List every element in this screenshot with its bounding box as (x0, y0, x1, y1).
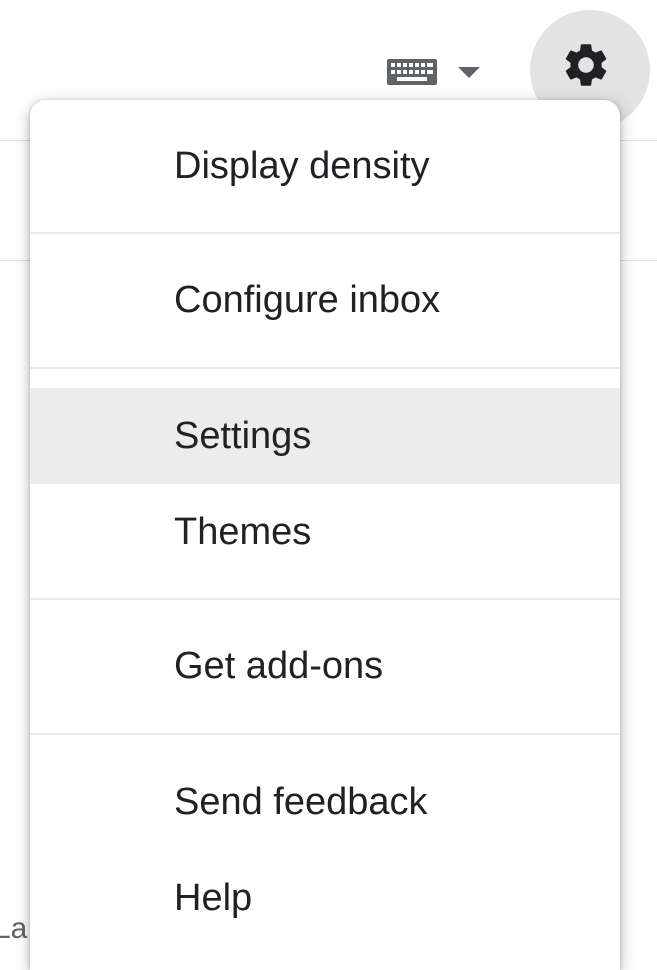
menu-item-display-density[interactable]: Display density (30, 120, 620, 212)
menu-separator (30, 733, 620, 735)
menu-item-label: Get add-ons (174, 644, 384, 687)
menu-separator (30, 598, 620, 600)
menu-item-label: Send feedback (174, 780, 428, 823)
menu-item-configure-inbox[interactable]: Configure inbox (30, 254, 620, 346)
menu-separator (30, 367, 620, 369)
menu-item-label: Configure inbox (174, 278, 441, 321)
partially-visible-text: La (0, 912, 28, 945)
menu-item-themes[interactable]: Themes (30, 484, 620, 580)
menu-item-label: Settings (174, 414, 312, 457)
settings-menu: Display density Configure inbox Settings… (30, 100, 620, 970)
menu-separator (30, 232, 620, 234)
menu-item-get-add-ons[interactable]: Get add-ons (30, 620, 620, 712)
menu-item-help[interactable]: Help (30, 850, 620, 946)
chevron-down-icon[interactable] (458, 66, 480, 78)
keyboard-icon (387, 59, 437, 85)
menu-item-settings[interactable]: Settings (30, 388, 620, 484)
menu-item-label: Help (174, 876, 253, 919)
menu-item-label: Themes (174, 510, 312, 553)
input-tools-button[interactable] (382, 48, 492, 96)
gear-icon (565, 44, 607, 86)
menu-item-send-feedback[interactable]: Send feedback (30, 754, 620, 850)
menu-item-label: Display density (174, 144, 430, 187)
